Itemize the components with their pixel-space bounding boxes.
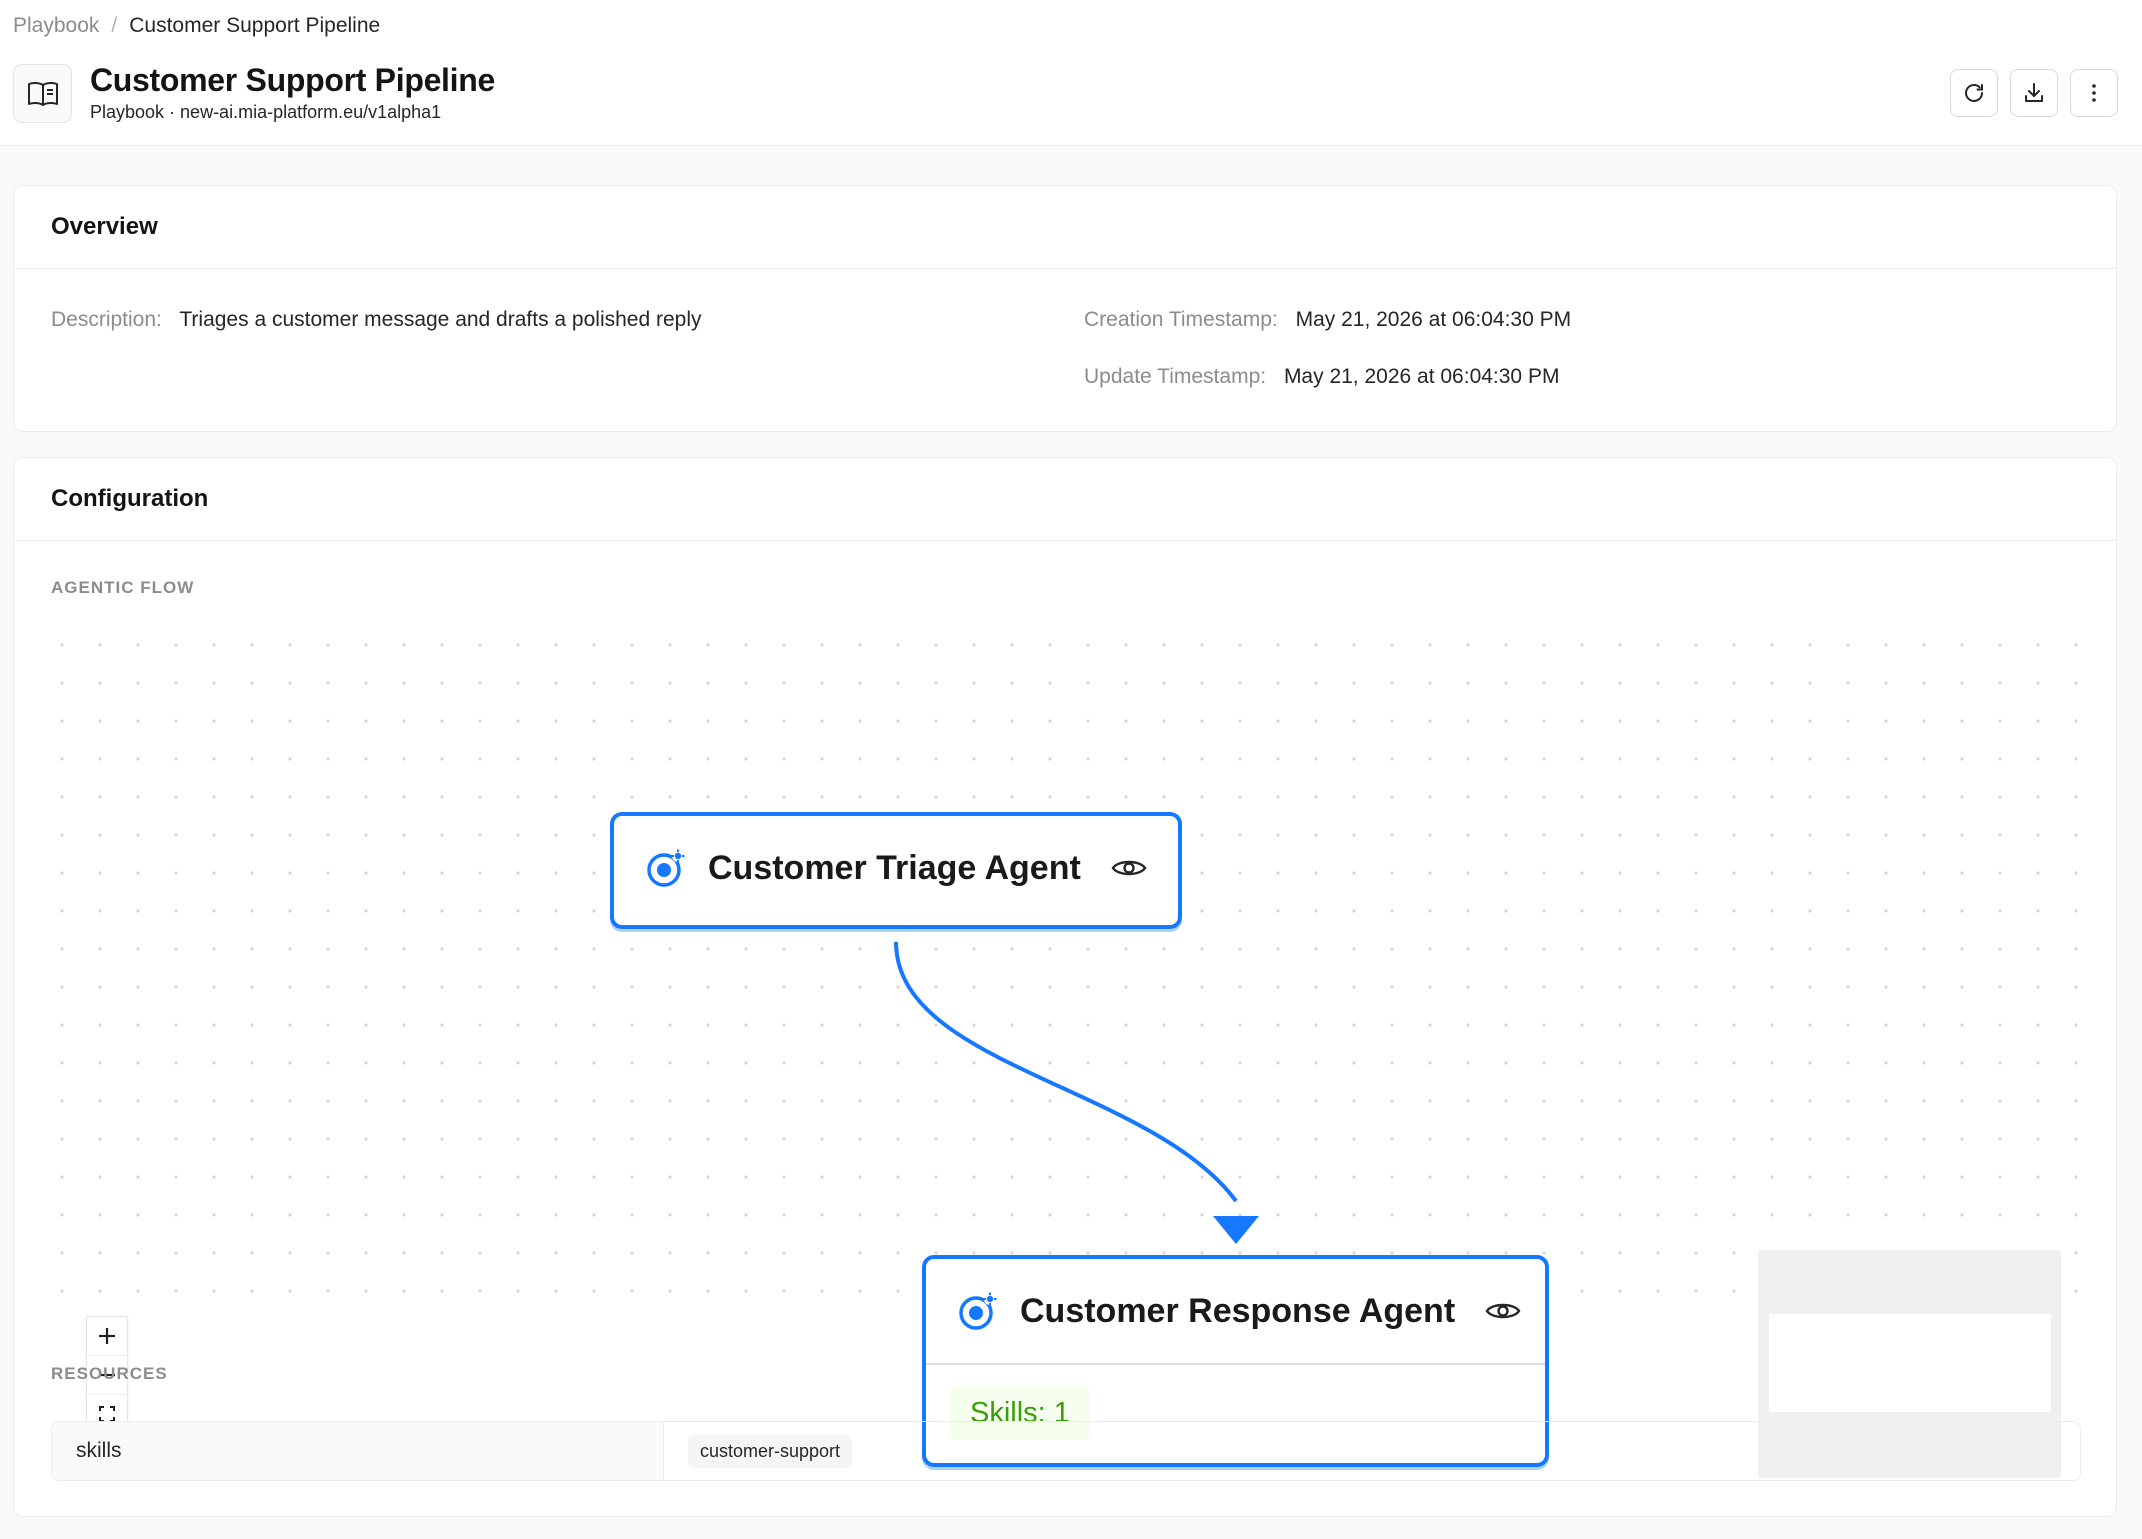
- creation-timestamp-value: May 21, 2026 at 06:04:30 PM: [1295, 308, 1572, 331]
- update-timestamp-label: Update Timestamp: [1084, 365, 1261, 388]
- update-timestamp-field: Update Timestamp: May 21, 2026 at 06:04:…: [1084, 365, 1560, 388]
- node-title: Customer Response Agent: [1020, 1291, 1456, 1330]
- fit-view-icon: [99, 1406, 115, 1422]
- page-header: Playbook / Customer Support Pipeline Cus…: [0, 0, 2142, 146]
- configuration-title: Configuration: [14, 458, 2116, 541]
- overview-card: Overview Description: Triages a customer…: [13, 185, 2117, 432]
- view-eye-icon[interactable]: [1485, 1299, 1521, 1323]
- description-label: Description: [51, 308, 157, 331]
- creation-timestamp-label: Creation Timestamp: [1084, 308, 1272, 331]
- flow-edge: [894, 941, 1259, 1244]
- page-title: Customer Support Pipeline: [90, 62, 495, 98]
- minimap-viewport[interactable]: [1769, 1314, 2051, 1412]
- download-button[interactable]: [2010, 69, 2058, 117]
- zoom-in-button[interactable]: [87, 1317, 127, 1356]
- agentic-flow-canvas[interactable]: Customer Triage Agent Customer Response …: [51, 616, 2081, 1478]
- zoom-in-icon: [99, 1328, 115, 1344]
- view-eye-icon[interactable]: [1111, 856, 1147, 880]
- resources-label: RESOURCES: [51, 1364, 168, 1383]
- agent-icon: [959, 1292, 997, 1330]
- configuration-card: Configuration AGENTIC FLOW Customer Tria…: [13, 457, 2117, 1517]
- breadcrumb-current: Customer Support Pipeline: [129, 14, 381, 37]
- breadcrumb: Playbook / Customer Support Pipeline: [13, 14, 380, 38]
- node-title: Customer Triage Agent: [708, 848, 1081, 887]
- resource-key: skills: [52, 1422, 664, 1480]
- arrowhead-icon: [1213, 1216, 1259, 1244]
- more-vertical-icon: [2092, 84, 2096, 102]
- resource-value-tag: customer-support: [688, 1434, 853, 1468]
- breadcrumb-separator: /: [111, 14, 118, 37]
- resource-value-cell: customer-support: [664, 1422, 853, 1480]
- update-timestamp-value: May 21, 2026 at 06:04:30 PM: [1283, 365, 1560, 388]
- page-subtitle: Playbook · new-ai.mia-platform.eu/v1alph…: [90, 102, 442, 122]
- book-icon: [13, 64, 72, 123]
- header-toolbar: [1950, 69, 2118, 117]
- creation-timestamp-field: Creation Timestamp: May 21, 2026 at 06:0…: [1084, 308, 1572, 331]
- more-actions-button[interactable]: [2070, 69, 2118, 117]
- resources-table: skills customer-support: [51, 1421, 2081, 1481]
- description-field: Description: Triages a customer message …: [51, 308, 702, 331]
- download-icon: [2025, 83, 2043, 102]
- flow-node-customer-triage-agent[interactable]: Customer Triage Agent: [610, 812, 1182, 929]
- breadcrumb-link-playbook[interactable]: Playbook: [13, 14, 99, 38]
- overview-title: Overview: [14, 186, 2116, 269]
- description-value: Triages a customer message and drafts a …: [179, 308, 702, 331]
- agentic-flow-label: AGENTIC FLOW: [51, 578, 195, 597]
- refresh-button[interactable]: [1950, 69, 1998, 117]
- refresh-icon: [1965, 84, 1983, 102]
- agent-icon: [647, 849, 685, 887]
